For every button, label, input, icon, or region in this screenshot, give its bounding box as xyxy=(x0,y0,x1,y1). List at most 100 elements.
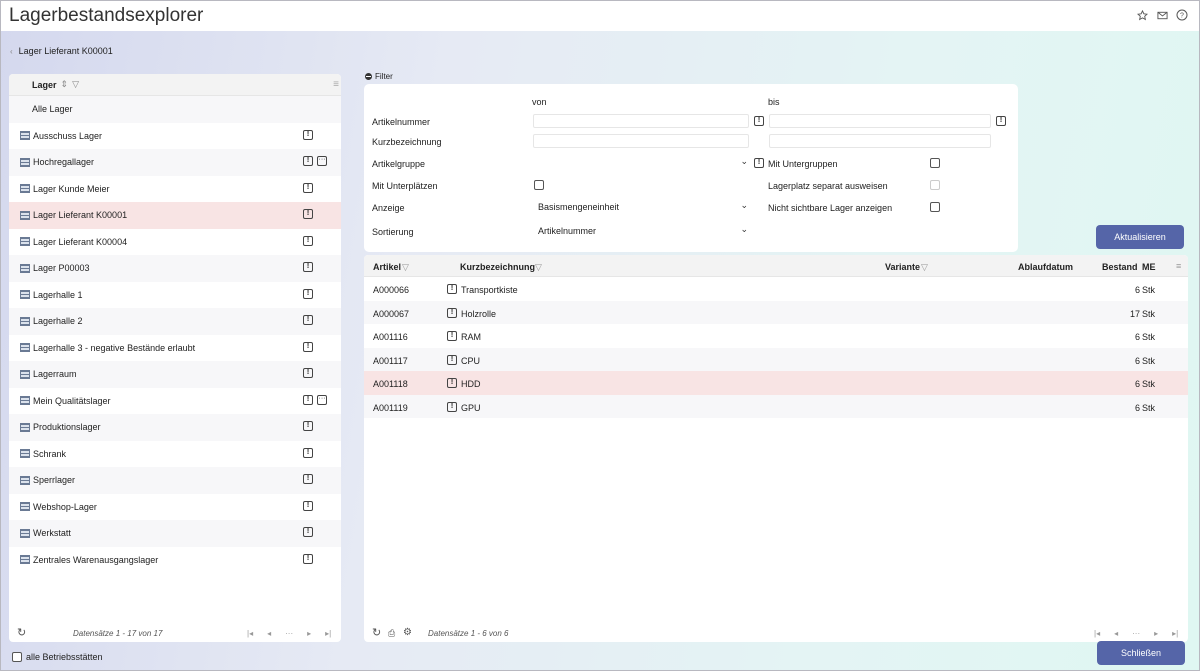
aktualisieren-button[interactable]: Aktualisieren xyxy=(1096,225,1184,249)
info-icon[interactable]: ! xyxy=(303,315,313,325)
col-me[interactable]: ME xyxy=(1142,262,1156,272)
info-icon[interactable]: ! xyxy=(303,288,313,299)
lager-item[interactable]: Sperrlager! xyxy=(9,467,341,494)
info-icon[interactable]: ! xyxy=(447,307,457,318)
lager-item[interactable]: Zentrales Warenausgangslager! xyxy=(9,547,341,574)
results-pager-text: Datensätze 1 - 6 von 6 xyxy=(428,629,509,638)
info-icon[interactable]: ! xyxy=(447,331,457,341)
refresh-icon[interactable]: ↻ xyxy=(372,626,381,639)
lager-item[interactable]: Ausschuss Lager! xyxy=(9,123,341,150)
lager-item[interactable]: Mein Qualitätslager! ··· xyxy=(9,388,341,415)
kurzbezeichnung-von-input[interactable] xyxy=(533,134,749,148)
info-icon[interactable]: ! xyxy=(447,378,457,388)
last-page-icon[interactable]: ▸| xyxy=(325,629,331,638)
artikelnummer-von-input[interactable] xyxy=(533,114,749,128)
info-icon[interactable]: ! xyxy=(447,284,457,294)
back-chevron-icon[interactable]: ‹ xyxy=(10,47,13,56)
artikelnummer-bis-info-icon[interactable]: ! xyxy=(996,116,1006,126)
info-icon[interactable]: ! xyxy=(447,354,457,365)
col-bestand[interactable]: Bestand xyxy=(1102,262,1138,272)
info-icon[interactable]: ! xyxy=(303,368,313,378)
artikelgruppe-select[interactable]: ⌄ xyxy=(533,155,748,171)
lager-item-all[interactable]: Alle Lager xyxy=(9,96,341,123)
help-icon[interactable]: ? xyxy=(1175,8,1189,22)
lager-item[interactable]: Lagerhalle 2! xyxy=(9,308,341,335)
sort-icon[interactable]: ⇕ xyxy=(61,79,69,90)
next-page-icon[interactable]: ▸ xyxy=(307,629,311,638)
info-icon[interactable]: ! xyxy=(303,553,313,564)
cell-me: Stk xyxy=(1142,285,1156,295)
mit-unterplaetzen-checkbox[interactable] xyxy=(534,180,544,190)
table-row[interactable]: A001117! CPU 6 Stk xyxy=(364,347,1188,371)
lager-item[interactable]: Hochregallager! ··· xyxy=(9,149,341,176)
table-row[interactable]: A001116! RAM 6 Stk xyxy=(364,324,1188,348)
filter-icon[interactable]: ▽ xyxy=(402,262,409,273)
info-icon[interactable]: ! xyxy=(303,262,313,272)
filter-icon[interactable]: ▽ xyxy=(72,79,79,90)
info-icon[interactable]: ! xyxy=(303,500,313,511)
artikelnummer-bis-input[interactable] xyxy=(769,114,991,128)
info-icon[interactable]: ! xyxy=(447,401,457,412)
first-page-icon[interactable]: |◂ xyxy=(1094,629,1100,638)
lager-item[interactable]: Produktionslager! xyxy=(9,414,341,441)
sortierung-select[interactable]: Artikelnummer ⌄ xyxy=(538,223,748,239)
col-variante[interactable]: Variante xyxy=(885,262,920,272)
lager-item[interactable]: Webshop-Lager! xyxy=(9,494,341,521)
info-icon[interactable]: ! xyxy=(303,235,313,246)
lager-item[interactable]: Lager Lieferant K00001! xyxy=(9,202,341,229)
table-row[interactable]: A001118! HDD 6 Stk xyxy=(364,371,1188,395)
table-row[interactable]: A000066! Transportkiste 6 Stk xyxy=(364,277,1188,301)
print-icon[interactable]: ⎙ xyxy=(388,628,395,639)
anzeige-select[interactable]: Basismengeneinheit ⌄ xyxy=(538,199,748,215)
col-kurzbezeichnung[interactable]: Kurzbezeichnung xyxy=(460,262,535,272)
lager-item[interactable]: Lager P00003! xyxy=(9,255,341,282)
lager-item[interactable]: Lagerraum! xyxy=(9,361,341,388)
lager-item[interactable]: Lagerhalle 1! xyxy=(9,282,341,309)
filter-toggle[interactable]: Filter xyxy=(365,72,393,81)
col-artikel[interactable]: Artikel xyxy=(373,262,401,272)
lager-item[interactable]: Lager Kunde Meier! xyxy=(9,176,341,203)
artikelgruppe-info-icon[interactable]: ! xyxy=(754,158,764,168)
mit-untergruppen-checkbox[interactable] xyxy=(930,158,940,168)
info-icon[interactable]: ! xyxy=(303,182,313,193)
info-icon[interactable]: ! xyxy=(303,341,313,352)
prev-page-icon[interactable]: ◂ xyxy=(267,629,271,638)
info-icon[interactable]: ! xyxy=(303,447,313,458)
lager-item[interactable]: Lager Lieferant K00004! xyxy=(9,229,341,256)
lager-column-header[interactable]: Lager xyxy=(32,80,57,90)
info-icon[interactable]: ! xyxy=(303,209,313,219)
star-icon[interactable] xyxy=(1135,8,1149,22)
lager-item[interactable]: Werkstatt! xyxy=(9,520,341,547)
schliessen-button[interactable]: Schließen xyxy=(1097,641,1185,665)
prev-page-icon[interactable]: ◂ xyxy=(1114,629,1118,638)
refresh-icon[interactable]: ↻ xyxy=(17,626,26,639)
info-icon[interactable]: ! xyxy=(303,527,313,537)
alle-betriebsstaetten-checkbox[interactable] xyxy=(12,652,22,662)
cell-bestand: 17 xyxy=(1129,308,1140,319)
filter-icon[interactable]: ▽ xyxy=(921,262,928,273)
filter-icon[interactable]: ▽ xyxy=(535,262,542,273)
column-menu-icon[interactable]: ≡ xyxy=(333,79,339,90)
col-ablaufdatum[interactable]: Ablaufdatum xyxy=(1018,262,1073,272)
more-icon[interactable]: ··· xyxy=(317,394,327,405)
info-icon[interactable]: ! xyxy=(303,474,313,484)
lager-item[interactable]: Lagerhalle 3 - negative Bestände erlaubt… xyxy=(9,335,341,362)
lagerplatz-separat-checkbox[interactable] xyxy=(930,180,940,190)
lager-item[interactable]: Schrank! xyxy=(9,441,341,468)
info-icon[interactable]: ! xyxy=(303,156,313,166)
table-row[interactable]: A001119! GPU 6 Stk xyxy=(364,394,1188,418)
first-page-icon[interactable]: |◂ xyxy=(247,629,253,638)
table-row[interactable]: A000067! Holzrolle 17 Stk xyxy=(364,300,1188,324)
gear-icon[interactable]: ⚙ xyxy=(403,627,412,638)
info-icon[interactable]: ! xyxy=(303,394,313,405)
next-page-icon[interactable]: ▸ xyxy=(1154,629,1158,638)
info-icon[interactable]: ! xyxy=(303,421,313,431)
last-page-icon[interactable]: ▸| xyxy=(1172,629,1178,638)
kurzbezeichnung-bis-input[interactable] xyxy=(769,134,991,148)
more-icon[interactable]: ··· xyxy=(317,156,327,166)
mail-icon[interactable] xyxy=(1155,8,1169,22)
nicht-sichtbare-checkbox[interactable] xyxy=(930,202,940,212)
info-icon[interactable]: ! xyxy=(303,129,313,140)
artikelnummer-von-info-icon[interactable]: ! xyxy=(754,116,764,126)
column-menu-icon[interactable]: ≡ xyxy=(1176,261,1181,271)
